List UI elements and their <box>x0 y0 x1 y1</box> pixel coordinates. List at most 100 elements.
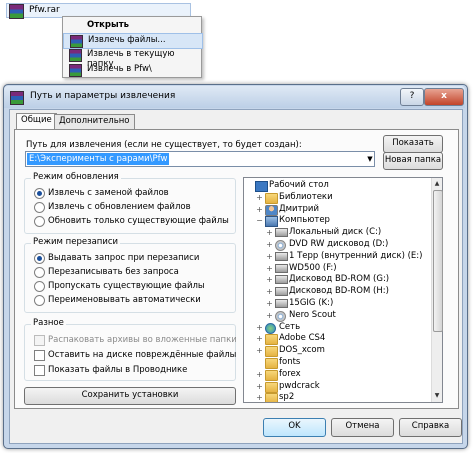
winrar-icon <box>70 35 83 48</box>
dialog-titlebar[interactable]: Путь и параметры извлечения ? x <box>4 86 465 108</box>
misc-title: Разное <box>31 318 66 328</box>
drive-icon <box>275 299 288 308</box>
expand-icon[interactable]: + <box>266 264 273 272</box>
drive-icon <box>275 275 288 285</box>
expand-icon[interactable]: + <box>266 241 273 249</box>
tree-node-label: Дисковод BD-ROM (G:) <box>289 274 390 285</box>
tree-node-label: DVD RW дисковод (D:) <box>289 239 389 249</box>
disc-icon <box>275 310 286 322</box>
expand-icon[interactable]: + <box>256 347 263 355</box>
tree-node-label: Рабочий стол <box>269 180 329 190</box>
checkbox-extract-nested[interactable] <box>34 335 45 346</box>
collapse-icon[interactable]: − <box>256 217 263 225</box>
radio-ask-before-overwrite[interactable] <box>34 253 45 264</box>
context-menu-extract-files[interactable]: Извлечь файлы... <box>63 33 203 49</box>
show-button[interactable]: Показать <box>383 135 443 153</box>
path-combobox[interactable]: E:\Эксперименты с рарами\Pfw <box>25 151 375 167</box>
radio-extract-replace[interactable] <box>34 188 45 199</box>
radio-refresh-existing[interactable] <box>34 216 45 227</box>
checkbox-keep-broken[interactable] <box>34 350 45 361</box>
tree-node-label: Дмитрий <box>279 203 319 214</box>
menu-item-label: Извлечь файлы... <box>88 35 166 45</box>
chevron-down-icon[interactable]: ▼ <box>365 152 375 166</box>
winrar-icon <box>69 64 82 77</box>
folder-icon <box>265 393 278 402</box>
scroll-thumb[interactable] <box>433 190 443 332</box>
expand-icon[interactable]: + <box>256 394 263 402</box>
tree-scrollbar[interactable]: ▲ ▼ <box>431 178 443 402</box>
tree-node-label: sp2 <box>279 392 295 402</box>
folder-icon <box>265 346 278 358</box>
tree-node-label: Сеть <box>279 321 301 332</box>
drive-icon <box>275 228 288 238</box>
expand-icon[interactable]: + <box>256 193 263 201</box>
expand-icon[interactable]: + <box>256 370 263 378</box>
radio-extract-update[interactable] <box>34 202 45 213</box>
expand-icon[interactable]: + <box>266 300 273 308</box>
overwrite-mode-title: Режим перезаписи <box>31 237 121 247</box>
drive-icon <box>275 251 288 261</box>
dialog-title: Путь и параметры извлечения <box>30 91 176 101</box>
menu-item-label: Открыть <box>87 20 129 30</box>
context-menu: Открыть Извлечь файлы... Извлечь в текущ… <box>62 16 203 78</box>
tree-node-label: Дисковод BD-ROM (H:) <box>289 286 389 297</box>
radio-skip-existing[interactable] <box>34 281 45 292</box>
context-menu-extract-to-folder[interactable]: Извлечь в Pfw\ <box>63 63 201 77</box>
tree-node-label: Nero Scout <box>289 309 336 320</box>
expand-icon[interactable]: + <box>266 252 273 260</box>
checkbox-label: Распаковать архивы во вложенные папки <box>48 335 237 345</box>
expand-icon[interactable]: + <box>256 323 263 331</box>
computer-icon <box>265 216 278 228</box>
expand-icon[interactable]: + <box>256 335 263 343</box>
winrar-icon <box>69 49 82 62</box>
radio-label: Выдавать запрос при перезаписи <box>48 253 200 263</box>
path-value: E:\Эксперименты с рарами\Pfw <box>27 153 170 165</box>
folder-icon <box>265 192 278 204</box>
radio-label: Обновить только существующие файлы <box>48 216 229 226</box>
expand-icon[interactable]: + <box>256 205 263 213</box>
tree-node-label: WD500 (F:) <box>289 262 337 273</box>
cancel-button[interactable]: Отмена <box>331 418 394 437</box>
network-icon <box>265 322 276 334</box>
radio-rename-auto[interactable] <box>34 295 45 306</box>
drive-icon <box>275 287 288 297</box>
expand-icon[interactable]: + <box>256 382 263 390</box>
tree-node-label: 1 Терр (внутренний диск) (E:) <box>289 250 423 261</box>
save-settings-button[interactable]: Сохранить установки <box>24 387 236 405</box>
expand-icon[interactable]: + <box>266 311 273 319</box>
tree-node-label: fonts <box>279 357 301 367</box>
radio-label: Извлечь с обновлением файлов <box>48 202 191 212</box>
winrar-icon <box>10 91 24 105</box>
tree-node-label: 15GIG (K:) <box>289 298 334 308</box>
archive-file-name: Pfw.rar <box>29 5 60 15</box>
context-menu-extract-here[interactable]: Извлечь в текущую папку <box>63 48 201 69</box>
radio-label: Извлечь с заменой файлов <box>48 188 169 198</box>
expand-icon[interactable]: + <box>266 288 273 296</box>
new-folder-button[interactable]: Новая папка <box>383 152 443 170</box>
help-button[interactable]: Справка <box>399 418 462 437</box>
radio-overwrite-without-prompt[interactable] <box>34 267 45 278</box>
desktop-icon <box>255 181 268 192</box>
help-title-button[interactable]: ? <box>400 88 424 106</box>
tree-node-label: Компьютер <box>279 215 330 226</box>
context-menu-open[interactable]: Открыть <box>63 19 201 33</box>
ok-button[interactable]: OK <box>263 418 326 437</box>
expand-icon[interactable]: + <box>266 276 273 284</box>
scroll-up-icon[interactable]: ▲ <box>432 178 442 189</box>
folder-icon <box>265 369 278 381</box>
path-label: Путь для извлечения (если не существует,… <box>26 140 302 150</box>
user-icon <box>265 204 278 216</box>
radio-label: Пропускать существующие файлы <box>48 281 205 291</box>
folder-icon <box>265 381 278 393</box>
update-mode-title: Режим обновления <box>31 172 121 182</box>
menu-item-label: Извлечь в Pfw\ <box>87 64 152 74</box>
expand-icon[interactable]: + <box>266 229 273 237</box>
radio-label: Переименовывать автоматически <box>48 295 201 305</box>
checkbox-label: Оставить на диске повреждённые файлы <box>48 350 237 360</box>
checkbox-show-in-explorer[interactable] <box>34 365 45 376</box>
scroll-down-icon[interactable]: ▼ <box>432 390 442 401</box>
close-button[interactable]: x <box>424 88 464 106</box>
folder-icon <box>265 334 278 346</box>
tree-node-label: Библиотеки <box>279 191 333 202</box>
checkbox-label: Показать файлы в Проводнике <box>48 365 188 375</box>
